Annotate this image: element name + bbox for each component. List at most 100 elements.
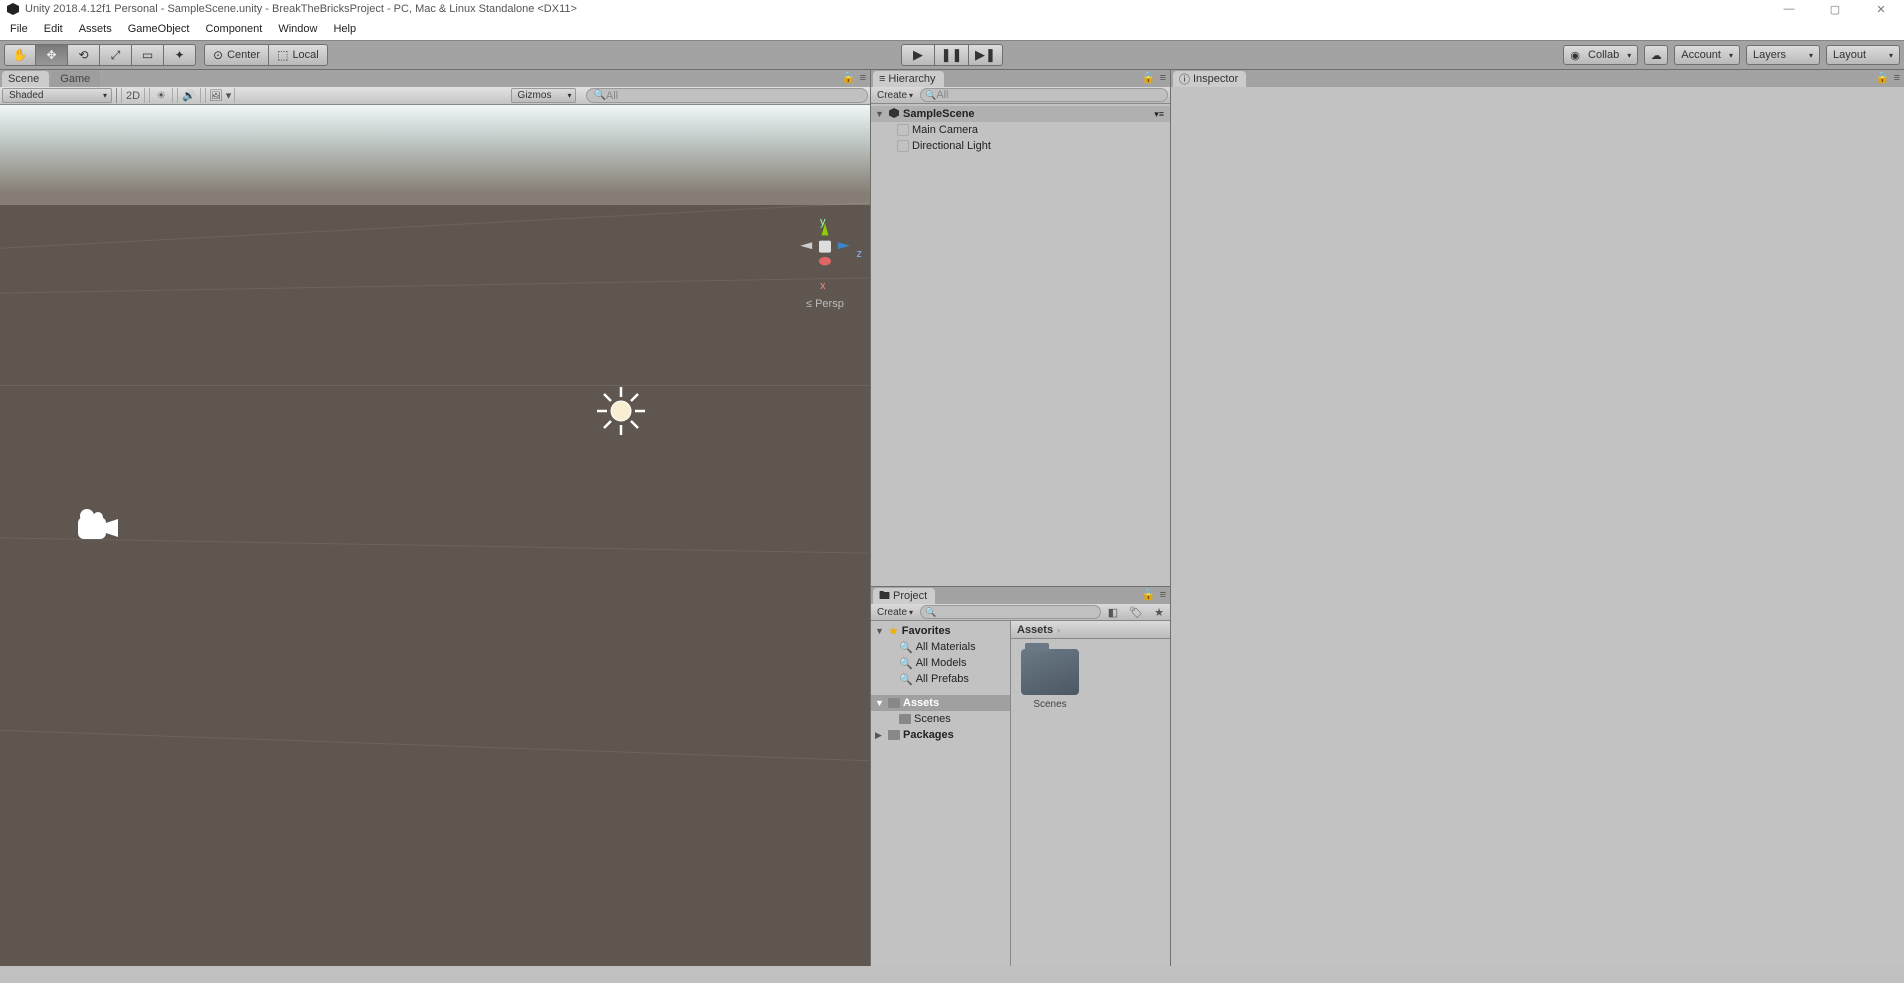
- window-maximize-icon[interactable]: ▢: [1812, 0, 1858, 18]
- menu-help[interactable]: Help: [325, 18, 364, 40]
- layers-label: Layers: [1753, 49, 1786, 61]
- favorite-item[interactable]: 🔍All Materials: [871, 639, 1010, 655]
- menu-window[interactable]: Window: [270, 18, 325, 40]
- hierarchy-scene-row[interactable]: ▼ SampleScene ▾≡: [871, 106, 1170, 122]
- tab-lock-icon[interactable]: 🔒: [842, 71, 856, 84]
- tab-project[interactable]: 🖿 Project: [873, 588, 935, 604]
- tab-scene[interactable]: Scene: [2, 71, 49, 87]
- scene-search-text: All: [606, 90, 618, 102]
- window-minimize-icon[interactable]: —: [1766, 0, 1812, 18]
- hierarchy-menu-icon[interactable]: ≡: [1160, 72, 1166, 84]
- hierarchy-search-text: All: [936, 89, 948, 101]
- tab-inspector[interactable]: ⓘ Inspector: [1173, 71, 1246, 87]
- play-button[interactable]: ▶: [901, 44, 935, 66]
- layout-label: Layout: [1833, 49, 1866, 61]
- gizmos-dropdown[interactable]: Gizmos: [511, 88, 577, 103]
- collab-dropdown[interactable]: ◉ Collab ▾: [1563, 45, 1638, 65]
- collab-label: Collab: [1588, 49, 1619, 61]
- project-title: Project: [893, 590, 927, 602]
- project-lock-icon[interactable]: 🔒: [1142, 588, 1156, 601]
- menu-assets[interactable]: Assets: [71, 18, 120, 40]
- asset-folder[interactable]: Scenes: [1021, 649, 1079, 710]
- hierarchy-lock-icon[interactable]: 🔒: [1142, 71, 1156, 84]
- layout-dropdown[interactable]: Layout ▾: [1826, 45, 1900, 65]
- favorite-item[interactable]: 🔍All Models: [871, 655, 1010, 671]
- project-create-dropdown[interactable]: Create: [873, 605, 917, 619]
- toggle-audio[interactable]: 🔊: [177, 88, 201, 103]
- main-toolbar: ✋ ✥ ⟲ ⤢ ▭ ✦ ⊙ Center ⬚ Local ▶ ❚❚ ▶❚ ◉ C…: [0, 40, 1904, 70]
- orientation-gizmo[interactable]: y z x ≤ Persp: [790, 220, 860, 310]
- toggle-2d[interactable]: 2D: [121, 88, 145, 103]
- hand-tool[interactable]: ✋: [4, 44, 36, 66]
- main-menubar: File Edit Assets GameObject Component Wi…: [0, 18, 1904, 40]
- breadcrumb-label[interactable]: Assets: [1017, 624, 1053, 636]
- assets-child[interactable]: Scenes: [871, 711, 1010, 727]
- menu-component[interactable]: Component: [197, 18, 270, 40]
- viewport-sky: [0, 105, 870, 215]
- unity-scene-icon: [888, 107, 900, 122]
- hierarchy-search[interactable]: 🔍 All: [920, 88, 1168, 102]
- play-controls: ▶ ❚❚ ▶❚: [901, 44, 1003, 66]
- tab-menu-icon[interactable]: ≡: [860, 72, 866, 84]
- transform-tool[interactable]: ✦: [164, 44, 196, 66]
- inspector-menu-icon[interactable]: ≡: [1894, 72, 1900, 84]
- chevron-right-icon: ›: [1057, 625, 1060, 635]
- cloud-button[interactable]: ☁: [1644, 45, 1668, 65]
- unity-logo-icon: [6, 2, 20, 16]
- draw-mode-dropdown[interactable]: Shaded: [2, 88, 112, 103]
- pause-button[interactable]: ❚❚: [935, 44, 969, 66]
- inspector-lock-icon[interactable]: 🔒: [1876, 71, 1890, 84]
- packages-row[interactable]: ▶Packages: [871, 727, 1010, 743]
- save-search-icon[interactable]: ★: [1150, 606, 1168, 619]
- persp-label: ≤ Persp: [806, 298, 844, 310]
- move-tool[interactable]: ✥: [36, 44, 68, 66]
- project-menu-icon[interactable]: ≡: [1160, 589, 1166, 601]
- rotate-tool[interactable]: ⟲: [68, 44, 100, 66]
- scene-viewport[interactable]: y z x ≤ Persp: [0, 105, 870, 966]
- project-search[interactable]: 🔍: [920, 605, 1101, 619]
- filter-by-label-icon[interactable]: 🏷: [1125, 606, 1147, 619]
- camera-gizmo-icon[interactable]: [76, 509, 120, 543]
- packages-label: Packages: [903, 729, 954, 741]
- hierarchy-item[interactable]: Main Camera: [871, 122, 1170, 138]
- toggle-fx[interactable]: 🖼 ▾: [205, 88, 235, 103]
- tab-hierarchy[interactable]: ≡ Hierarchy: [873, 71, 944, 87]
- tab-game-label: Game: [60, 73, 90, 85]
- window-title: Unity 2018.4.12f1 Personal - SampleScene…: [25, 3, 577, 15]
- project-asset-grid[interactable]: Scenes: [1011, 639, 1170, 966]
- scene-menu-icon[interactable]: ▾≡: [1154, 109, 1164, 120]
- menu-gameobject[interactable]: GameObject: [120, 18, 198, 40]
- favorite-item[interactable]: 🔍All Prefabs: [871, 671, 1010, 687]
- tab-game[interactable]: Game: [51, 71, 100, 87]
- menu-edit[interactable]: Edit: [36, 18, 71, 40]
- pivot-toggle[interactable]: ⊙ Center: [204, 44, 269, 66]
- step-button[interactable]: ▶❚: [969, 44, 1003, 66]
- window-close-icon[interactable]: ✕: [1858, 0, 1904, 18]
- hierarchy-item[interactable]: Directional Light: [871, 138, 1170, 154]
- favorites-row[interactable]: ▼★Favorites: [871, 623, 1010, 639]
- toggle-lighting[interactable]: ☀: [149, 88, 173, 103]
- assets-child-label: Scenes: [914, 713, 951, 725]
- scene-name: SampleScene: [903, 108, 975, 120]
- viewport-ground: [0, 205, 870, 966]
- account-label: Account: [1681, 49, 1721, 61]
- favorite-item-label: All Models: [916, 657, 967, 669]
- search-icon: 🔍: [899, 657, 913, 670]
- axis-z-label: z: [857, 248, 863, 260]
- folder-icon: [899, 714, 911, 724]
- directional-light-gizmo-icon[interactable]: [595, 385, 647, 437]
- favorite-item-label: All Materials: [916, 641, 976, 653]
- rect-tool[interactable]: ▭: [132, 44, 164, 66]
- favorites-label: Favorites: [902, 625, 951, 637]
- scale-tool[interactable]: ⤢: [100, 44, 132, 66]
- asset-folder-label: Scenes: [1033, 699, 1066, 710]
- menu-file[interactable]: File: [2, 18, 36, 40]
- account-dropdown[interactable]: Account ▾: [1674, 45, 1740, 65]
- hierarchy-create-dropdown[interactable]: Create: [873, 88, 917, 102]
- filter-by-type-icon[interactable]: ◧: [1104, 606, 1122, 619]
- handle-toggle[interactable]: ⬚ Local: [269, 44, 328, 66]
- scene-search[interactable]: 🔍 All: [586, 88, 868, 103]
- assets-row[interactable]: ▼Assets: [871, 695, 1010, 711]
- expand-toggle-icon[interactable]: ▼: [875, 109, 885, 119]
- layers-dropdown[interactable]: Layers ▾: [1746, 45, 1820, 65]
